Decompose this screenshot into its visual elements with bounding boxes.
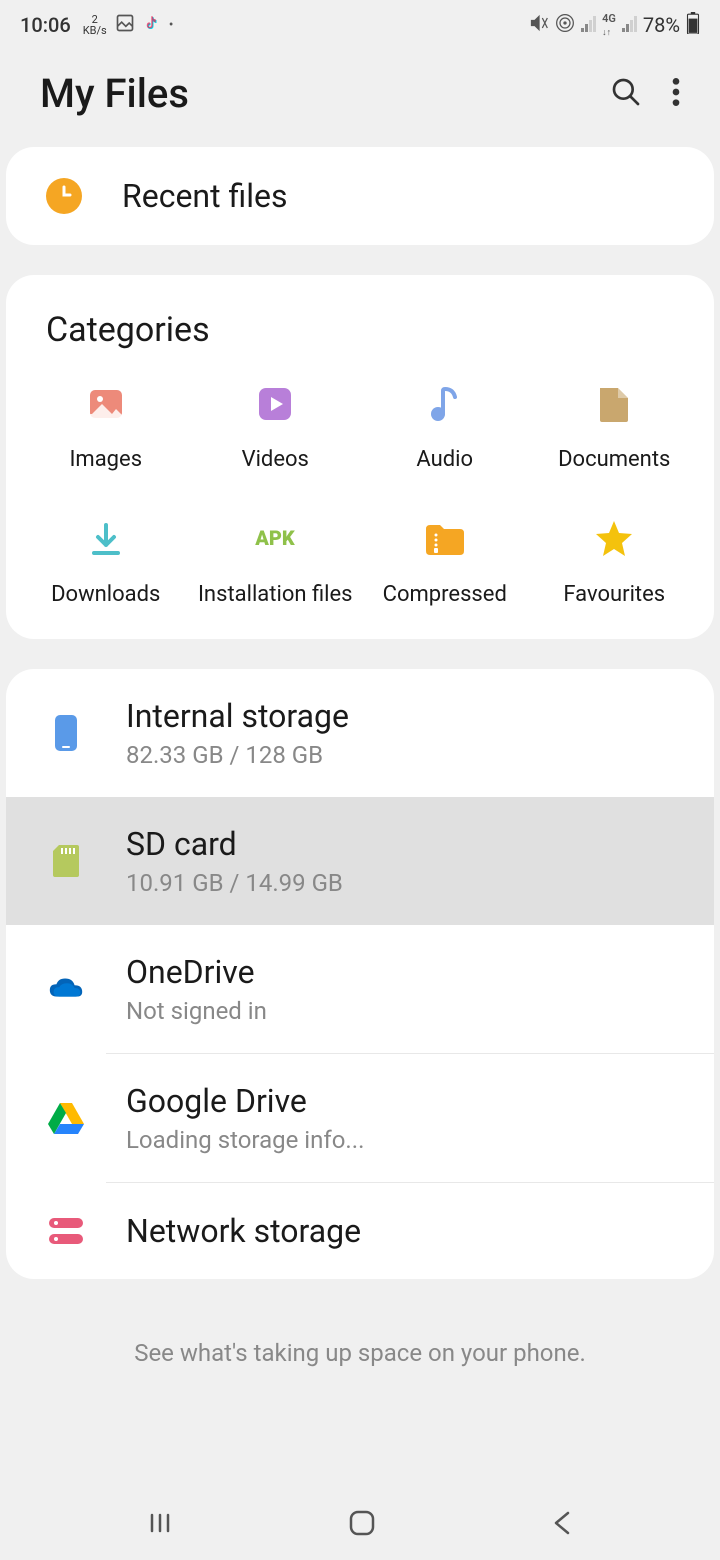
documents-icon [590,380,638,428]
gallery-icon [115,13,135,38]
storage-card: Internal storage 82.33 GB / 128 GB SD ca… [6,669,714,1279]
category-label: Favourites [563,581,665,610]
storage-network[interactable]: Network storage [6,1183,714,1279]
signal-icon-1 [581,13,596,37]
category-label: Installation files [198,581,353,610]
category-audio[interactable]: Audio [365,380,525,475]
network-icon [46,1211,86,1251]
header-actions [610,76,680,112]
category-downloads[interactable]: Downloads [26,515,186,610]
category-label: Downloads [51,581,160,610]
storage-onedrive[interactable]: OneDrive Not signed in [6,925,714,1053]
images-icon [82,380,130,428]
status-bar: 10:06 2 KB/s • 4G↓↑ [0,0,720,50]
storage-tip[interactable]: See what's taking up space on your phone… [0,1309,720,1397]
storage-title: SD card [126,825,343,863]
storage-subtitle: Not signed in [126,997,267,1025]
videos-icon [251,380,299,428]
storage-sdcard[interactable]: SD card 10.91 GB / 14.99 GB [6,797,714,925]
category-label: Images [69,446,142,475]
recent-files-label: Recent files [122,177,287,215]
more-options-icon[interactable] [672,76,680,112]
compressed-icon [421,515,469,563]
hotspot-icon [555,13,575,38]
4g-indicator: 4G↓↑ [602,12,616,38]
page-title: My Files [40,70,189,117]
signal-icon-2 [622,13,637,37]
battery-percent: 78% [643,13,680,37]
navigation-bar [0,1490,720,1560]
phone-icon [46,713,86,753]
storage-title: Google Drive [126,1082,364,1120]
storage-subtitle: 82.33 GB / 128 GB [126,741,349,769]
audio-icon [421,380,469,428]
clock-icon [46,178,82,214]
tiktok-icon [143,13,161,37]
sdcard-icon [46,841,86,881]
mute-icon [529,13,549,38]
category-documents[interactable]: Documents [535,380,695,475]
categories-card: Categories Images Videos Audio Documents [6,275,714,639]
category-compressed[interactable]: Compressed [365,515,525,610]
category-label: Videos [242,446,309,475]
svg-text:APK: APK [255,527,296,550]
category-label: Compressed [383,581,507,610]
recents-button[interactable] [146,1509,174,1541]
back-button[interactable] [550,1509,574,1541]
category-images[interactable]: Images [26,380,186,475]
search-icon[interactable] [610,76,642,112]
storage-title: Network storage [126,1212,361,1250]
data-speed-indicator: 2 KB/s [83,14,107,36]
app-header: My Files [0,50,720,147]
categories-heading: Categories [46,310,694,350]
apk-icon: APK [251,515,299,563]
category-favourites[interactable]: Favourites [535,515,695,610]
status-time: 10:06 [20,13,71,37]
storage-subtitle: Loading storage info... [126,1126,364,1154]
storage-title: Internal storage [126,697,349,735]
storage-subtitle: 10.91 GB / 14.99 GB [126,869,343,897]
storage-googledrive[interactable]: Google Drive Loading storage info... [6,1054,714,1182]
downloads-icon [82,515,130,563]
category-installation-files[interactable]: APK Installation files [196,515,356,610]
home-button[interactable] [347,1508,377,1542]
onedrive-icon [46,969,86,1009]
star-icon [590,515,638,563]
recent-files-card[interactable]: Recent files [6,147,714,245]
googledrive-icon [46,1098,86,1138]
status-right: 4G↓↑ 78% [529,12,700,39]
category-label: Documents [558,446,670,475]
storage-title: OneDrive [126,953,267,991]
battery-icon [686,12,700,39]
storage-internal[interactable]: Internal storage 82.33 GB / 128 GB [6,669,714,797]
status-left: 10:06 2 KB/s • [20,13,173,38]
category-label: Audio [416,446,473,475]
category-videos[interactable]: Videos [196,380,356,475]
dot-indicator: • [169,17,174,33]
